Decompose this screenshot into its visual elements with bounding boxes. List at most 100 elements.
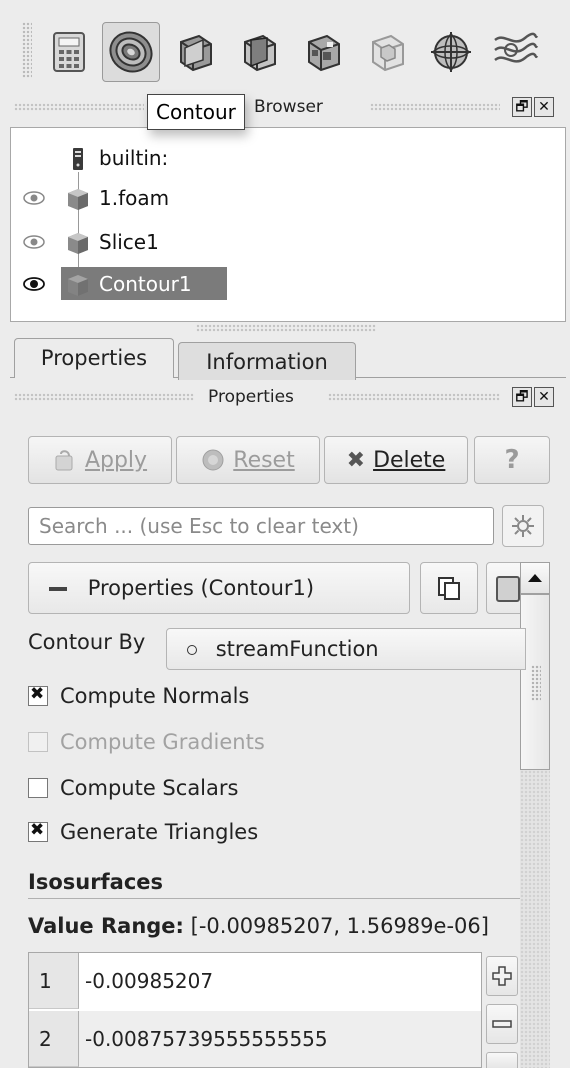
pipeline-item-slice1[interactable]: Slice1 [11,224,551,260]
glyph-icon [431,32,471,72]
section-divider [28,898,520,899]
extract-subset-button[interactable] [358,22,416,82]
close-panel-button[interactable]: ✕ [534,387,554,407]
contour-by-select[interactable]: streamFunction [166,628,526,670]
slice-icon [244,34,276,72]
close-panel-button[interactable]: ✕ [534,97,554,117]
cube-icon [68,275,88,296]
threshold-button[interactable] [294,22,352,82]
search-input[interactable]: Search ... (use Esc to clear text) [28,507,494,545]
close-icon: ✕ [538,99,550,115]
row-value[interactable]: -0.00985207 [85,953,213,1009]
value-range-button[interactable] [486,1052,518,1068]
pipeline-browser-title: Browser [254,97,323,117]
checkbox-label: Compute Scalars [60,776,239,800]
compute-normals-checkbox[interactable]: Compute Normals [28,682,249,710]
arrow-up-icon [528,574,542,582]
reset-button[interactable]: Reset [176,436,320,484]
reset-icon [202,449,224,471]
eye-icon[interactable] [23,276,45,292]
threshold-icon [308,34,340,72]
header-grip[interactable] [14,393,194,401]
extract-subset-icon [372,34,404,72]
tab-properties[interactable]: Properties [14,338,174,378]
pipeline-item-label: Contour1 [99,272,192,296]
thumb-grip [531,665,541,701]
row-value[interactable]: -0.00875739555555555 [85,1011,328,1067]
clip-button[interactable] [166,22,224,82]
clip-icon [180,34,212,72]
compute-scalars-checkbox[interactable]: Compute Scalars [28,774,238,802]
pipeline-item-contour1[interactable]: Contour1 [11,266,551,302]
help-icon: ? [504,445,520,475]
scrollbar-thumb[interactable] [520,594,550,770]
tab-information[interactable]: Information [178,342,356,380]
eye-icon[interactable] [23,234,45,250]
apply-icon [55,450,73,471]
properties-section-toggle[interactable]: Properties (Contour1) [28,562,410,614]
float-panel-button[interactable]: 🗗 [512,387,532,407]
add-value-button[interactable] [486,956,518,996]
apply-label: Apply [84,447,148,473]
properties-title: Properties [208,387,294,407]
minus-icon [492,1020,512,1028]
toolbar-grip[interactable] [22,22,32,78]
checkbox-unchecked[interactable] [28,778,48,798]
collapse-icon [49,587,67,591]
checkbox-checked[interactable] [28,820,48,842]
isosurfaces-header: Isosurfaces [28,870,164,894]
calculator-button[interactable] [40,22,98,82]
checkbox-checked[interactable] [28,684,48,706]
apply-button[interactable]: Apply [28,436,172,484]
checkbox-label: Generate Triangles [60,820,259,844]
close-icon: ✕ [538,389,550,405]
restore-window-icon: 🗗 [515,389,529,405]
pipeline-item-label: builtin: [99,146,169,170]
restore-window-icon: 🗗 [515,99,529,115]
header-grip[interactable] [14,103,144,111]
point-data-icon [187,645,197,655]
stream-tracer-button[interactable] [486,22,544,82]
stream-tracer-icon [494,32,539,63]
value-range-value: [-0.00985207, 1.56989e-06] [190,914,489,938]
glyph-button[interactable] [422,22,480,82]
checkbox-unchecked[interactable] [28,732,48,752]
tooltip: Contour [147,94,245,130]
pipeline-item-label: 1.foam [99,186,170,210]
copy-parameters-button[interactable] [420,562,478,614]
header-grip[interactable] [370,103,500,111]
copy-icon [438,577,460,600]
help-button[interactable]: ? [474,436,550,484]
header-grip[interactable] [328,393,500,401]
generate-triangles-checkbox[interactable]: Generate Triangles [28,818,258,846]
float-panel-button[interactable]: 🗗 [512,97,532,117]
delete-button[interactable]: ✖ Delete [324,436,468,484]
table-row[interactable]: 1 -0.00985207 [29,953,481,1009]
server-icon [73,148,83,170]
eye-icon[interactable] [23,190,45,206]
remove-value-button[interactable] [486,1004,518,1044]
contour-by-label: Contour By [28,630,146,654]
value-range-label: Value Range: [28,914,184,938]
table-row[interactable]: 2 -0.00875739555555555 [29,1011,481,1067]
advanced-properties-button[interactable] [502,505,544,547]
calculator-icon [53,32,85,72]
pipeline-item-builtin[interactable]: builtin: [11,140,551,176]
isosurface-values-table: 1 -0.00985207 2 -0.00875739555555555 [28,952,482,1068]
scroll-up-button[interactable] [520,562,550,594]
splitter-handle[interactable] [196,324,376,332]
gear-icon [512,515,534,537]
properties-header: Properties 🗗 ✕ [10,384,564,410]
row-index: 1 [29,953,79,1009]
delete-icon: ✖ [346,447,366,473]
plus-icon [492,966,512,986]
section-label: Properties (Contour1) [87,576,315,600]
filters-toolbar [0,0,570,90]
contour-button[interactable] [102,22,160,82]
reset-label: Reset [233,447,295,473]
contour-by-value: streamFunction [215,637,379,661]
value-range: Value Range: [-0.00985207, 1.56989e-06] [28,914,520,938]
slice-button[interactable] [230,22,288,82]
compute-gradients-checkbox[interactable]: Compute Gradients [28,728,265,756]
pipeline-item-1-foam[interactable]: 1.foam [11,180,551,216]
